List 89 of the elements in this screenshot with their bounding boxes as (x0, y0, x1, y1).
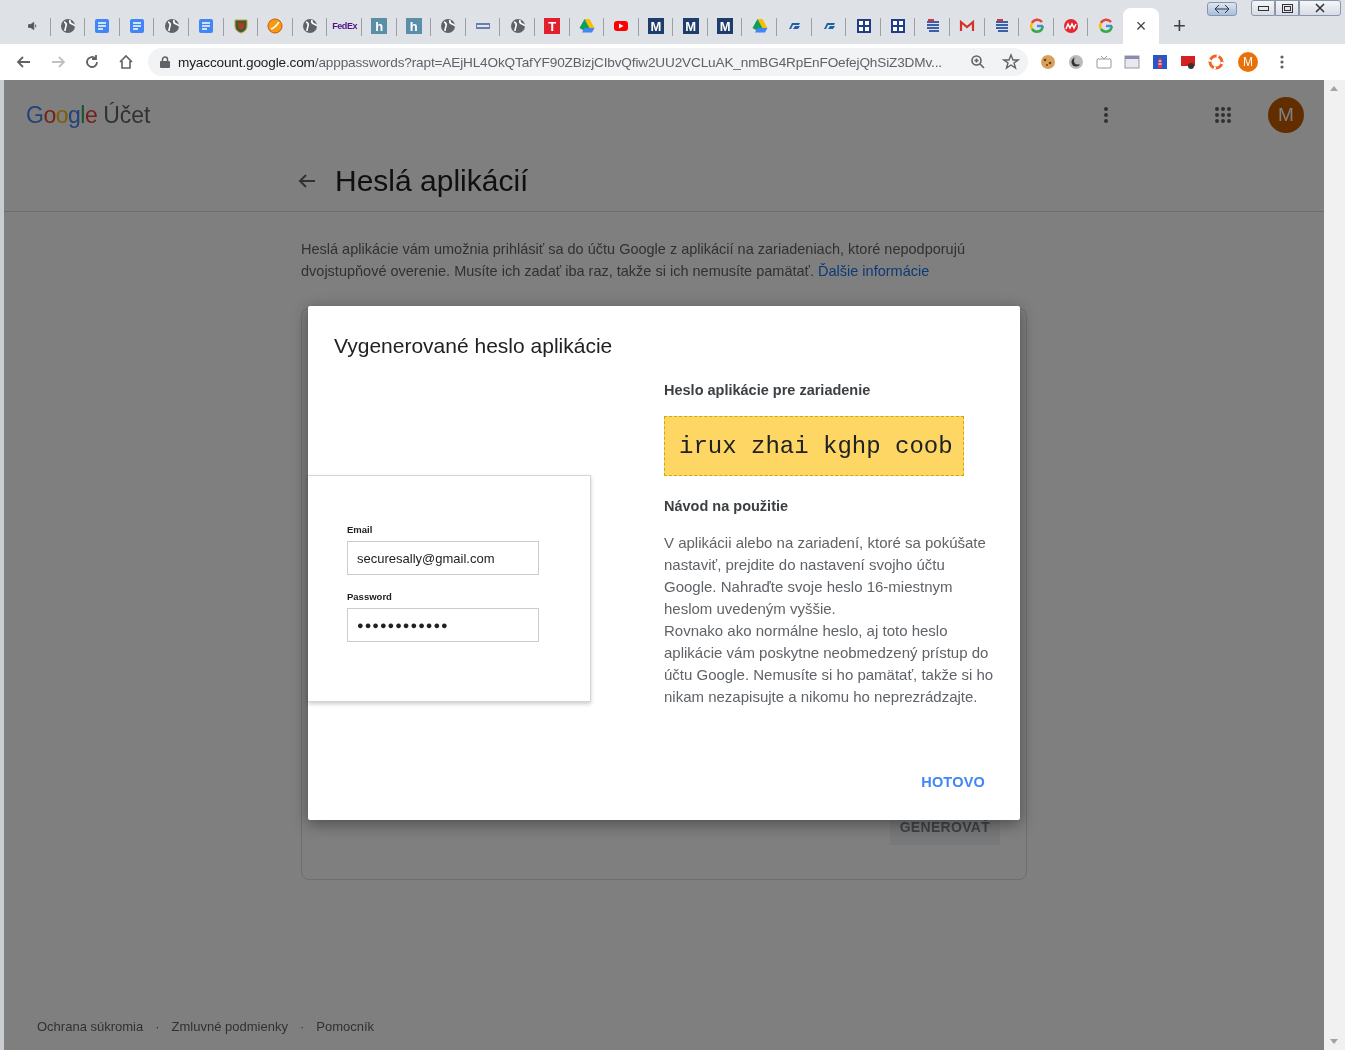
letter-icon: M (648, 18, 664, 34)
dialog-title: Vygenerované heslo aplikácie (334, 334, 614, 358)
fedex-logo: FedEx (332, 21, 358, 31)
window-resize-button[interactable] (1207, 2, 1237, 16)
browser-tab[interactable]: T (534, 8, 570, 44)
browser-tab[interactable]: FedEx (327, 8, 362, 44)
close-tab-button[interactable]: × (1135, 15, 1147, 37)
document-icon (94, 18, 111, 34)
g-logo-icon (1097, 18, 1114, 34)
certificate-icon[interactable] (1180, 54, 1196, 70)
field-label: Email (347, 524, 373, 535)
field-label: Password (347, 591, 392, 602)
instructions-paragraph: V aplikácii alebo na zariadení, ktoré sa pokúšate nastaviť, prejdite do nastavení svojho účtu Google. Nahraďte svoje heslo 16-miestnym heslom uvedeným vyššie. (664, 533, 987, 619)
separator-dot: · (299, 1019, 305, 1034)
url-text: myaccount.google.com/apppasswords?rapt=AEjHL4OkQTafYF90ZBizjCIbvQfiw2UU2VCLuAK_nmBG4RpEnFOefejQhSiZ3DMv... (178, 54, 943, 70)
separator-dot: · (155, 1019, 160, 1034)
globe-icon (302, 18, 319, 34)
page-title: Heslá aplikácií (335, 163, 529, 198)
document-icon (198, 18, 215, 34)
swoosh-icon (267, 18, 284, 34)
play-icon (613, 18, 630, 34)
learn-more-link[interactable]: Ďalšie informácie (818, 263, 930, 279)
browser-tab[interactable]: M (638, 8, 674, 44)
browser-tab[interactable]: h (396, 8, 432, 44)
new-tab-button[interactable]: + (1167, 8, 1192, 44)
minimize-icon (1257, 5, 1269, 11)
browser-tab[interactable]: × (1123, 8, 1159, 44)
menu-icon[interactable] (1280, 54, 1284, 70)
instructions-paragraph: Rovnako ako normálne heslo, aj toto heslo aplikácie vám poskytne neobmedzený prístup do účtu Google. Nemusíte si ho pamätať, takže si ho nikam nezapisujte a nikomu ho neprezrádzajte. (664, 621, 994, 707)
envelope-icon (959, 18, 976, 34)
g-logo-icon (1028, 18, 1045, 34)
tiles-icon (890, 18, 907, 34)
shield-icon (232, 18, 249, 34)
speaker-icon (27, 20, 40, 32)
globe-icon (440, 18, 457, 34)
footer-link[interactable]: Pomocník (316, 1019, 375, 1034)
apps-grid-icon[interactable] (1214, 106, 1232, 124)
stripes-icon (993, 18, 1010, 34)
home-icon[interactable] (118, 54, 134, 70)
tv-icon[interactable] (1096, 54, 1112, 70)
more-options-icon[interactable] (1104, 106, 1108, 124)
star-icon[interactable] (1002, 53, 1020, 71)
back-icon[interactable] (16, 54, 32, 70)
lock-icon (160, 56, 170, 68)
letter-icon: T (544, 18, 561, 34)
close-icon (1315, 3, 1325, 13)
letter-icon: h (371, 18, 388, 34)
user-avatar[interactable]: M (1268, 97, 1304, 133)
done-button[interactable]: HOTOVO (916, 770, 990, 794)
stripes-icon (924, 18, 941, 34)
double-arrow-icon (1214, 4, 1230, 14)
browser-tab[interactable]: M (673, 8, 708, 44)
moon-icon[interactable] (1068, 54, 1084, 70)
letter-icon: h (405, 18, 422, 34)
google-logo[interactable]: Google (26, 101, 98, 129)
intro-paragraph: Heslá aplikácie vám umožnia prihlásiť sa do účtu Google z aplikácií na zariadeniach, ktoré nepodporujú dvojstupňové overenie. Musíte ich zadať iba raz, takže si ich nemusíte pamätať. Ďalšie informácie (301, 240, 966, 281)
lifebuoy-icon[interactable] (1208, 54, 1224, 70)
triangle-icon (578, 18, 595, 34)
maximize-button[interactable] (1275, 0, 1299, 16)
footer-link[interactable]: Zmluvné podmienky (171, 1019, 288, 1034)
profile-avatar[interactable]: M (1238, 52, 1258, 72)
scrollbar[interactable] (1324, 80, 1345, 1050)
globe-icon (59, 18, 76, 34)
footer-link[interactable]: Ochrana súkromia (37, 1019, 144, 1034)
password-heading: Heslo aplikácie pre zariadenie (664, 382, 872, 398)
instructions-heading: Návod na použitie (664, 498, 790, 514)
globe-icon (509, 18, 526, 34)
document-icon (129, 18, 146, 34)
globe-icon (163, 18, 180, 34)
letter-icon: M (682, 18, 699, 34)
lighthouse-icon[interactable] (1152, 54, 1168, 70)
password-field: ●●●●●●●●●●●● (347, 608, 539, 642)
maximize-icon (1281, 3, 1293, 13)
browser-tab[interactable]: h (361, 8, 397, 44)
tiles-icon (855, 18, 872, 34)
minimize-button[interactable] (1251, 0, 1275, 16)
generated-password: irux zhai kghp coob (664, 416, 964, 476)
email-field: securesally@gmail.com (347, 541, 539, 575)
triangle-icon (751, 18, 768, 34)
window-icon[interactable] (1124, 54, 1140, 70)
chip-logo-icon (1063, 18, 1080, 34)
cookie-icon[interactable] (1040, 54, 1056, 70)
zoom-icon[interactable] (970, 54, 986, 70)
letter-icon: M (717, 18, 734, 34)
reload-icon[interactable] (84, 54, 100, 70)
product-name: Účet (103, 101, 151, 129)
browser-tab[interactable]: M (707, 8, 743, 44)
address-bar[interactable]: myaccount.google.com/apppasswords?rapt=AEjHL4OkQTafYF90ZBizjCIbvQfiw2UU2VCLuAK_nmBG4RpEnFOefejQhSiZ3DMv... (148, 48, 1028, 76)
close-button[interactable] (1299, 0, 1341, 16)
